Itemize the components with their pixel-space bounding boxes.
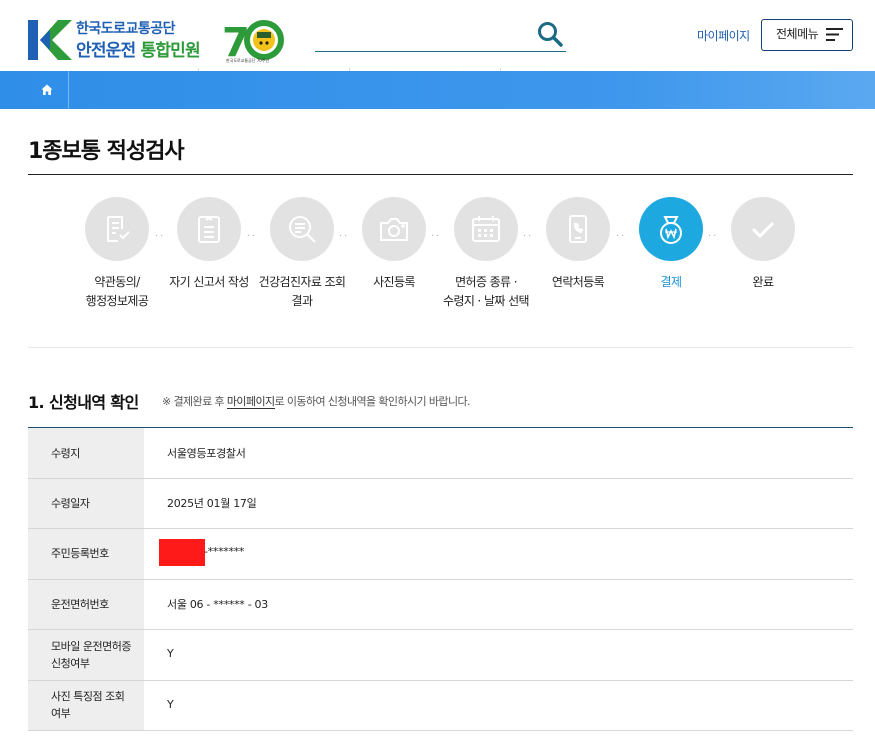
note-suffix: 로 이동하여 신청내역을 확인하시기 바랍니다. [274,395,471,408]
table-row: 주민등록번호 -******* [28,529,853,580]
breadcrumb-bar [0,71,875,109]
step-connector: ·· [247,231,258,242]
logo-service-part2: 통합민원 [140,41,201,61]
logo-service-part1: 안전운전 [76,41,136,61]
all-menu-label: 전체메뉴 [776,27,819,41]
mypage-note-link[interactable]: 마이페이지 [226,395,275,409]
phone-icon [569,215,587,243]
step-circle [177,197,241,261]
step-circle-active [639,197,703,261]
table-row: 수령지 서울영등포경찰서 [28,428,853,479]
home-icon [41,84,53,95]
table-row: 모바일 운전면허증 신청여부 Y [28,630,853,681]
koroad-logo-icon [28,20,72,60]
application-details-table: 수령지 서울영등포경찰서 수령일자 2025년 01월 17일 주민등록번호 -… [28,427,853,731]
row-label: 사진 특징점 조회 여부 [51,690,125,720]
step-connector: ·· [523,231,534,242]
section-title: 1. 신청내역 확인 [28,393,139,412]
step-circle [362,197,426,261]
note-prefix: ※ 결제완료 후 [162,395,227,408]
logo-org-name: 한국도로교통공단 [76,21,176,37]
row-label: 운전면허번호 [51,598,109,611]
row-label: 주민등록번호 [51,547,109,560]
row-value: Y [167,698,174,711]
table-row: 사진 특징점 조회 여부 Y [28,681,853,731]
step-circle [454,197,518,261]
mypage-link[interactable]: 마이페이지 [697,27,750,44]
step-connector: ·· [155,231,166,242]
step-circle [85,197,149,261]
section-divider [28,347,853,348]
hamburger-menu-icon [826,28,843,41]
form-icon [198,216,220,243]
payment-won-icon [660,216,682,244]
page-title: 1종보통 적성검사 [28,139,185,164]
step-connector: ·· [708,231,719,242]
home-button[interactable] [28,71,69,109]
step-circle [731,197,795,261]
title-divider [28,174,853,175]
row-value: 서울 06 - ****** - 03 [167,598,268,611]
anniversary-caption: 한국도로교통공단 70주년 [226,58,270,63]
search-input[interactable] [315,22,530,48]
row-value: Y [167,647,174,660]
step-label: 완료 [752,275,774,289]
table-row: 수령일자 2025년 01월 17일 [28,479,853,529]
step-circle [270,197,334,261]
row-header: 모바일 운전면허증 신청여부 [28,630,144,680]
calendar-icon [472,216,500,242]
step-connector: ·· [616,231,627,242]
site-logo[interactable]: 한국도로교통공단 안전운전 통합민원 7 한국도로교통공단 70주년 [28,18,288,68]
document-check-icon [107,216,130,242]
logo-service-name: 안전운전 통합민원 [76,36,201,61]
row-header: 수령지 [28,428,144,478]
step-connector: ·· [431,231,442,242]
row-label: 수령지 [51,447,80,460]
search-document-icon [289,216,316,243]
site-search [315,18,566,52]
check-icon [751,221,775,239]
row-value: 2025년 01월 17일 [167,497,257,510]
search-icon[interactable] [536,20,564,48]
table-row: 운전면허번호 서울 06 - ****** - 03 [28,580,853,630]
row-header: 수령일자 [28,479,144,528]
site-header: 한국도로교통공단 안전운전 통합민원 7 한국도로교통공단 70주년 마이페이지… [0,0,875,71]
row-label: 모바일 운전면허증 신청여부 [51,640,131,670]
row-label: 수령일자 [51,497,90,510]
row-header: 운전면허번호 [28,580,144,629]
row-value: 서울영등포경찰서 [167,447,246,460]
row-header: 주민등록번호 [28,529,144,579]
step-circle [546,197,610,261]
row-header: 사진 특징점 조회 여부 [28,681,144,730]
step-connector: ·· [339,231,350,242]
row-value: -******* [204,545,245,558]
all-menu-button[interactable]: 전체메뉴 [761,19,853,51]
redaction-block [159,539,205,566]
section-note: ※ 결제완료 후 마이페이지로 이동하여 신청내역을 확인하시기 바랍니다. [162,393,470,409]
camera-icon [380,218,408,241]
